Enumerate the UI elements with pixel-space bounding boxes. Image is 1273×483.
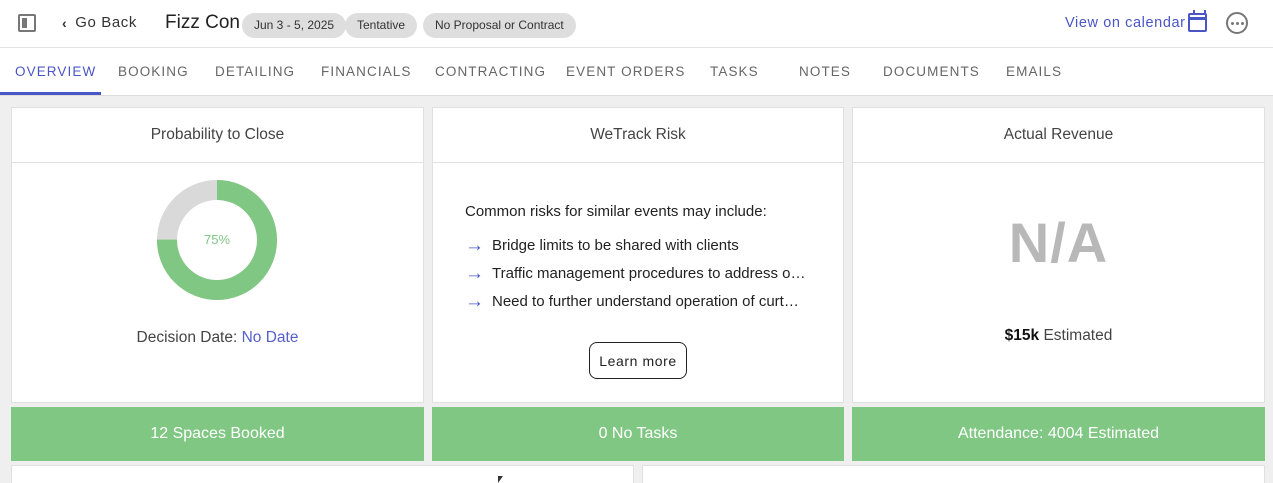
- arrow-right-icon: →: [465, 235, 484, 256]
- attendance-bar[interactable]: Attendance: 4004 Estimated: [852, 407, 1265, 461]
- more-options-icon[interactable]: [1226, 12, 1248, 34]
- mouse-cursor-icon: [498, 476, 503, 483]
- probability-card: Probability to Close 75% Decision Date: …: [11, 107, 424, 403]
- view-on-calendar-link[interactable]: View on calendar: [1065, 15, 1186, 31]
- tab-overview[interactable]: OVERVIEW: [15, 64, 96, 79]
- date-badge: Jun 3 - 5, 2025: [242, 13, 347, 38]
- go-back-button[interactable]: ‹ Go Back: [62, 14, 137, 31]
- calendar-icon[interactable]: [1188, 10, 1207, 32]
- tab-tasks[interactable]: TASKS: [710, 64, 759, 79]
- tab-bar: OVERVIEW BOOKING DETAILING FINANCIALS CO…: [0, 48, 1273, 96]
- risk-title: WeTrack Risk: [433, 108, 843, 163]
- decision-date: Decision Date: No Date: [12, 329, 423, 347]
- tab-documents[interactable]: DOCUMENTS: [883, 64, 980, 79]
- revenue-title: Actual Revenue: [853, 108, 1264, 163]
- actual-revenue-value: N/A: [1008, 211, 1109, 274]
- event-title: Fizz Con: [165, 12, 240, 33]
- tab-detailing[interactable]: DETAILING: [215, 64, 295, 79]
- risk-intro: Common risks for similar events may incl…: [465, 203, 767, 220]
- risk-item: → Traffic management procedures to addre…: [465, 264, 810, 283]
- learn-more-button[interactable]: Learn more: [589, 342, 687, 379]
- lower-right-card: [642, 465, 1265, 483]
- spaces-booked-bar[interactable]: 12 Spaces Booked: [11, 407, 424, 461]
- revenue-card: Actual Revenue N/A $15k Estimated: [852, 107, 1265, 403]
- tasks-bar[interactable]: 0 No Tasks: [432, 407, 844, 461]
- tab-event-orders[interactable]: EVENT ORDERS: [566, 64, 685, 79]
- estimated-revenue: $15k Estimated: [853, 327, 1264, 345]
- decision-date-label: Decision Date:: [136, 329, 238, 346]
- arrow-right-icon: →: [465, 263, 484, 284]
- contract-badge: No Proposal or Contract: [423, 13, 576, 38]
- arrow-right-icon: →: [465, 291, 484, 312]
- tab-financials[interactable]: FINANCIALS: [321, 64, 412, 79]
- tab-emails[interactable]: EMAILS: [1006, 64, 1062, 79]
- risk-item-text: Traffic management procedures to address…: [492, 265, 806, 282]
- sidebar-toggle-icon[interactable]: [18, 14, 36, 32]
- risk-item-text: Bridge limits to be shared with clients: [492, 237, 739, 254]
- active-tab-indicator: [0, 92, 101, 95]
- probability-donut: 75%: [156, 179, 278, 301]
- estimated-label: Estimated: [1043, 327, 1113, 344]
- probability-percent: 75%: [203, 232, 231, 247]
- risk-card: WeTrack Risk Common risks for similar ev…: [432, 107, 844, 403]
- risk-item-text: Need to further understand operation of …: [492, 293, 799, 310]
- status-badge: Tentative: [345, 13, 418, 38]
- go-back-label: Go Back: [75, 14, 137, 31]
- header: ‹ Go Back Fizz Con Jun 3 - 5, 2025 Tenta…: [0, 0, 1273, 48]
- decision-date-value[interactable]: No Date: [242, 329, 299, 346]
- risk-item: → Need to further understand operation o…: [465, 292, 810, 311]
- lower-left-card: [11, 465, 634, 483]
- tab-contracting[interactable]: CONTRACTING: [435, 64, 546, 79]
- estimated-amount: $15k: [1004, 327, 1040, 344]
- tab-booking[interactable]: BOOKING: [118, 64, 189, 79]
- tab-notes[interactable]: NOTES: [799, 64, 851, 79]
- probability-title: Probability to Close: [12, 108, 423, 163]
- chevron-left-icon: ‹: [62, 14, 68, 31]
- risk-item: → Bridge limits to be shared with client…: [465, 236, 810, 255]
